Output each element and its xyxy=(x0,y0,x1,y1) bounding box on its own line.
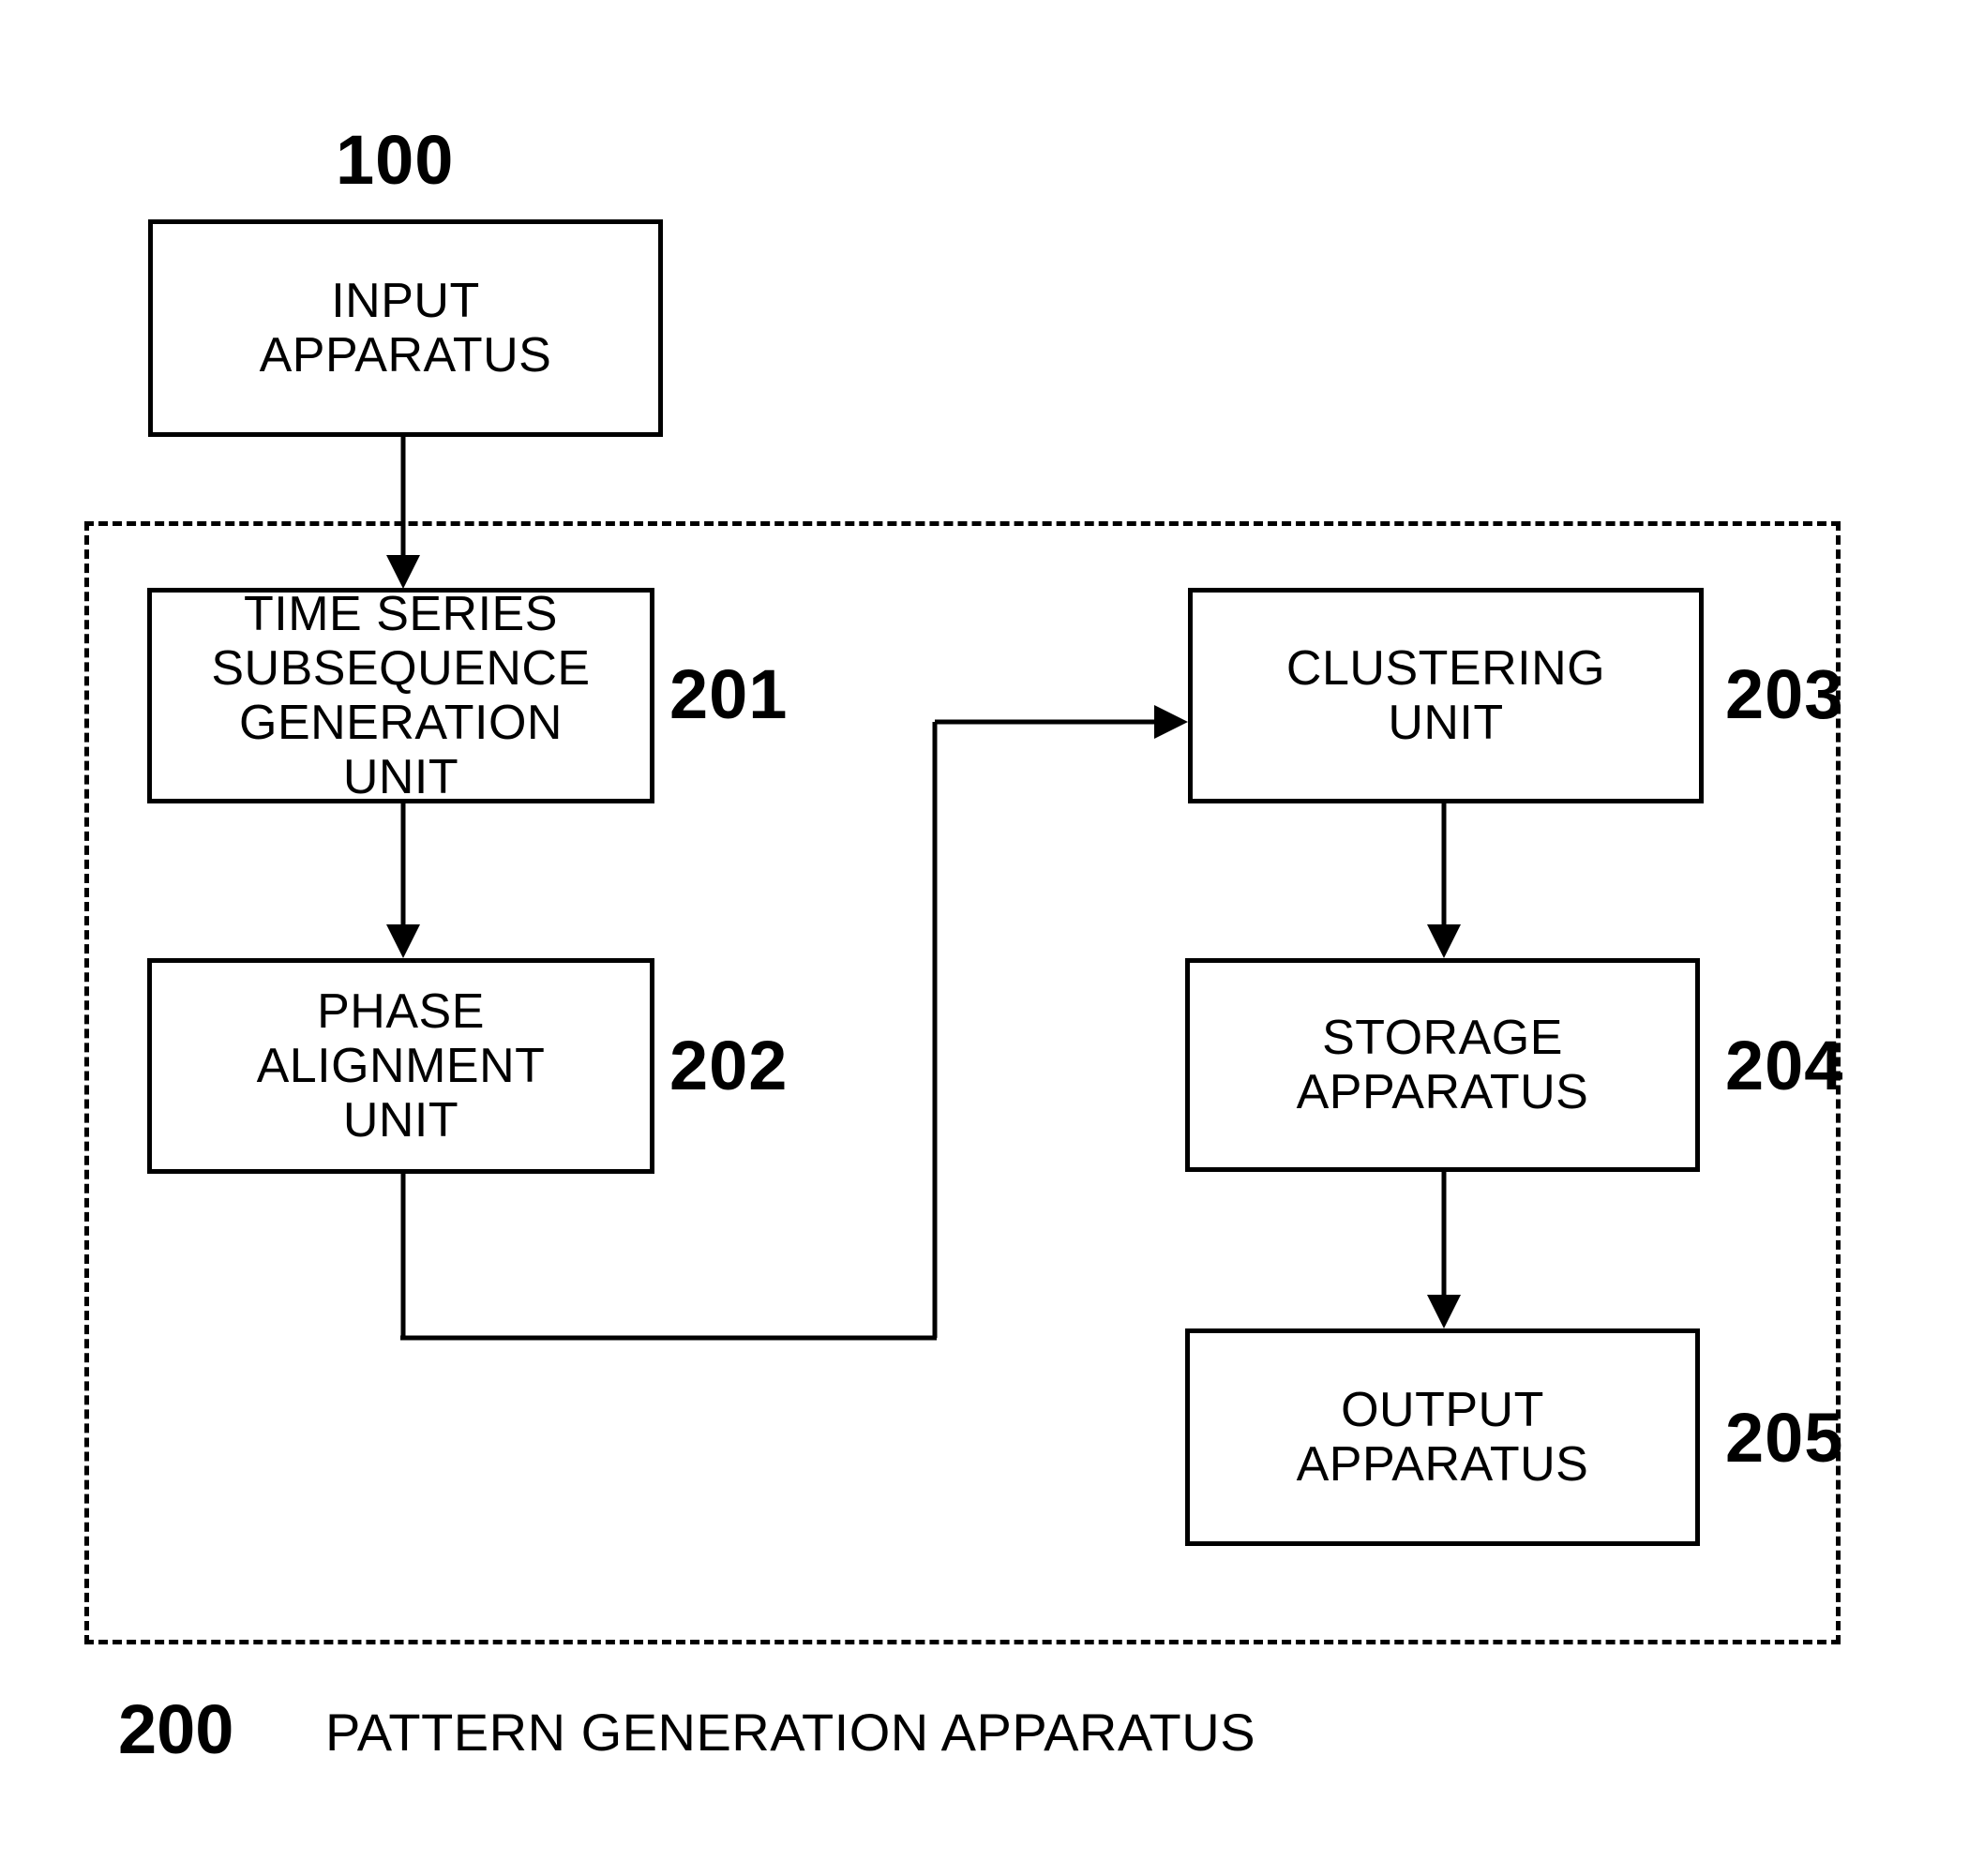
caption-pattern-generation-apparatus: PATTERN GENERATION APPARATUS xyxy=(325,1703,1256,1762)
reference-numeral-204: 204 xyxy=(1725,1027,1844,1104)
box-phase-alignment-unit: PHASE ALIGNMENT UNIT xyxy=(147,958,654,1174)
block-diagram-figure: 100 INPUT APPARATUS TIME SERIES SUBSEQUE… xyxy=(0,0,1969,1876)
reference-numeral-100: 100 xyxy=(336,121,455,199)
box-storage-apparatus-label: STORAGE APPARATUS xyxy=(1296,1010,1589,1119)
box-generation-unit-label: TIME SERIES SUBSEQUENCE GENERATION UNIT xyxy=(211,586,591,805)
box-storage-apparatus: STORAGE APPARATUS xyxy=(1185,958,1700,1172)
caption-reference-numeral-200: 200 xyxy=(118,1690,234,1768)
reference-numeral-201: 201 xyxy=(669,655,789,733)
reference-numeral-203: 203 xyxy=(1725,655,1844,733)
box-output-apparatus: OUTPUT APPARATUS xyxy=(1185,1328,1700,1546)
box-time-series-subsequence-generation-unit: TIME SERIES SUBSEQUENCE GENERATION UNIT xyxy=(147,586,654,805)
box-input-apparatus: INPUT APPARATUS xyxy=(148,219,663,437)
reference-numeral-205: 205 xyxy=(1725,1399,1844,1477)
box-input-apparatus-label: INPUT APPARATUS xyxy=(259,273,552,383)
reference-numeral-202: 202 xyxy=(669,1027,789,1104)
box-output-apparatus-label: OUTPUT APPARATUS xyxy=(1296,1382,1589,1492)
box-clustering-unit-label: CLUSTERING UNIT xyxy=(1285,640,1606,750)
box-phase-alignment-unit-label: PHASE ALIGNMENT UNIT xyxy=(256,983,546,1148)
box-clustering-unit: CLUSTERING UNIT xyxy=(1188,588,1704,803)
